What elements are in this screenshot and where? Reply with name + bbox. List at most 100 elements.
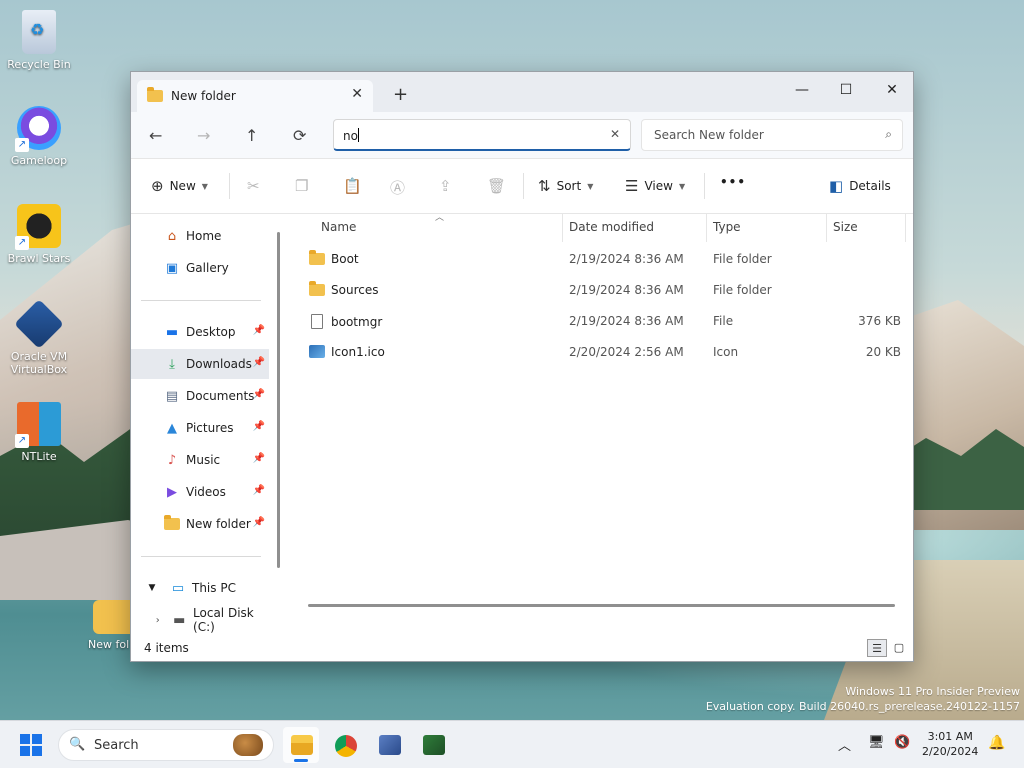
volume-muted-icon[interactable]: 🔇 (894, 735, 910, 750)
sidebar-item-documents[interactable]: ▤ Documents 📌 (131, 381, 269, 411)
address-input[interactable]: no ✕ (333, 119, 631, 151)
horizontal-scrollbar[interactable] (308, 604, 895, 607)
minimize-button[interactable]: — (779, 76, 825, 104)
table-row[interactable]: bootmgr 2/19/2024 8:36 AM File 376 KB (288, 306, 905, 336)
table-row[interactable]: Boot 2/19/2024 8:36 AM File folder (288, 244, 905, 274)
sidebar-item-desktop[interactable]: ▬ Desktop 📌 (131, 317, 269, 347)
sidebar-item-gallery[interactable]: ▣ Gallery (131, 253, 269, 283)
back-button[interactable]: ← (149, 126, 162, 145)
delete-icon[interactable]: 🗑 (487, 177, 506, 195)
notification-bell-icon[interactable]: 🔔 (988, 735, 1005, 751)
paste-icon[interactable]: 📋 (343, 177, 362, 195)
sidebar-item-music[interactable]: ♪ Music 📌 (131, 445, 269, 475)
windows-logo-icon (20, 734, 30, 744)
new-tab-button[interactable]: + (393, 84, 408, 105)
new-button[interactable]: ⊕ New ▼ (151, 177, 208, 195)
column-header-name[interactable]: Name (321, 220, 356, 234)
sidebar-scrollbar[interactable] (277, 232, 280, 568)
table-row[interactable]: Icon1.ico 2/20/2024 2:56 AM Icon 20 KB (288, 337, 905, 367)
close-window-button[interactable]: ✕ (869, 76, 913, 104)
taskbar-app-monitor[interactable] (371, 727, 407, 763)
brawl-stars-icon: ↗ (15, 204, 61, 250)
pin-icon: 📌 (252, 357, 265, 368)
column-divider[interactable] (706, 214, 707, 242)
search-highlight-icon (233, 734, 263, 756)
address-value: no (343, 128, 359, 143)
network-icon[interactable]: 🖥 (868, 735, 885, 750)
gameloop-icon: ↗ (15, 106, 61, 152)
command-bar: ⊕ New ▼ ✂ ❐ 📋 Ⓐ ⇪ 🗑 ⇅ Sort ▼ ☰ View ▼ ••… (131, 158, 913, 214)
column-header-size[interactable]: Size (833, 220, 858, 234)
column-divider[interactable] (905, 214, 906, 242)
rename-icon[interactable]: Ⓐ (390, 177, 405, 198)
pin-icon: 📌 (252, 517, 265, 528)
more-options-button[interactable]: ••• (720, 175, 746, 189)
table-row[interactable]: Sources 2/19/2024 8:36 AM File folder (288, 275, 905, 305)
type-cell: File folder (713, 283, 772, 297)
sidebar-item-local-disk[interactable]: › ▬ Local Disk (C:) (131, 605, 277, 635)
close-tab-icon[interactable]: ✕ (351, 86, 363, 102)
view-button[interactable]: ☰ View ▼ (625, 177, 685, 195)
column-header-type[interactable]: Type (713, 220, 741, 234)
details-button[interactable]: ◧ Details (829, 177, 891, 195)
sidebar-item-videos[interactable]: ▶ Videos 📌 (131, 477, 269, 507)
search-box[interactable]: Search New folder ⌕ (641, 119, 903, 151)
folder-icon (309, 281, 325, 296)
pin-icon: 📌 (252, 485, 265, 496)
column-divider[interactable] (826, 214, 827, 242)
sort-button-label: Sort (556, 179, 582, 193)
taskbar-search[interactable]: 🔍 Search (58, 729, 274, 761)
chevron-up-icon[interactable]: ︿ (838, 735, 851, 754)
desktop-icon-label: NTLite (21, 450, 57, 463)
refresh-button[interactable]: ⟳ (293, 126, 306, 145)
cut-icon[interactable]: ✂ (247, 177, 260, 195)
navigation-pane: ⌂ Home ▣ Gallery ▬ Desktop 📌 ⤓ Downloads… (131, 214, 281, 635)
desktop-icon-brawl-stars[interactable]: ↗ Brawl Stars (4, 204, 74, 265)
details-view-icon[interactable]: ☰ (867, 639, 887, 657)
clock[interactable]: 3:01 AM 2/20/2024 (922, 729, 978, 759)
taskbar-chrome[interactable] (327, 727, 363, 763)
sidebar-item-label: Documents (186, 389, 255, 403)
sidebar-item-pictures[interactable]: ▲ Pictures 📌 (131, 413, 269, 443)
up-button[interactable]: ↑ (245, 126, 258, 145)
sidebar-item-new-folder[interactable]: New folder 📌 (131, 509, 269, 539)
pin-icon: 📌 (252, 421, 265, 432)
column-divider[interactable] (562, 214, 563, 242)
tiles-view-icon[interactable]: ▢ (889, 639, 909, 657)
pin-icon: 📌 (252, 325, 265, 336)
shortcut-arrow-icon: ↗ (15, 138, 29, 152)
taskbar-file-explorer[interactable] (283, 727, 319, 763)
maximize-button[interactable]: ☐ (823, 76, 869, 104)
sort-button[interactable]: ⇅ Sort ▼ (538, 177, 593, 195)
clock-time: 3:01 AM (927, 730, 973, 743)
view-button-label: View (644, 179, 673, 193)
date-cell: 2/19/2024 8:36 AM (569, 314, 684, 328)
sort-icon: ⇅ (538, 177, 551, 195)
clear-address-icon[interactable]: ✕ (610, 127, 620, 141)
sidebar-item-this-pc[interactable]: ▼ ▭ This PC (131, 573, 269, 603)
search-placeholder: Search New folder (654, 128, 764, 142)
monitor-app-icon (379, 735, 401, 755)
toolbar-divider (229, 173, 230, 199)
desktop-icon-virtualbox[interactable]: Oracle VM VirtualBox (4, 299, 74, 376)
chevron-down-icon: ▼ (148, 583, 156, 593)
sidebar-item-downloads[interactable]: ⤓ Downloads 📌 (131, 349, 269, 379)
sidebar-item-home[interactable]: ⌂ Home (131, 221, 269, 251)
size-cell: 20 KB (865, 345, 901, 359)
download-icon: ⤓ (169, 356, 175, 372)
forward-button[interactable]: → (197, 126, 210, 145)
taskbar-app-terminal[interactable] (415, 727, 451, 763)
desktop-icon-gameloop[interactable]: ↗ Gameloop (4, 106, 74, 167)
desktop-icon-recycle-bin[interactable]: ♻ Recycle Bin (4, 10, 74, 71)
start-button[interactable] (20, 734, 42, 756)
copy-icon[interactable]: ❐ (295, 177, 308, 195)
file-name-cell: Boot (309, 250, 359, 266)
share-icon[interactable]: ⇪ (439, 177, 452, 195)
column-header-date[interactable]: Date modified (569, 220, 654, 234)
shortcut-arrow-icon: ↗ (15, 434, 29, 448)
desktop-icon: ▬ (165, 324, 179, 340)
tab-new-folder[interactable]: New folder ✕ (137, 80, 373, 112)
ntlite-icon: ↗ (15, 402, 61, 448)
toolbar-divider (704, 173, 705, 199)
desktop-icon-ntlite[interactable]: ↗ NTLite (4, 402, 74, 463)
